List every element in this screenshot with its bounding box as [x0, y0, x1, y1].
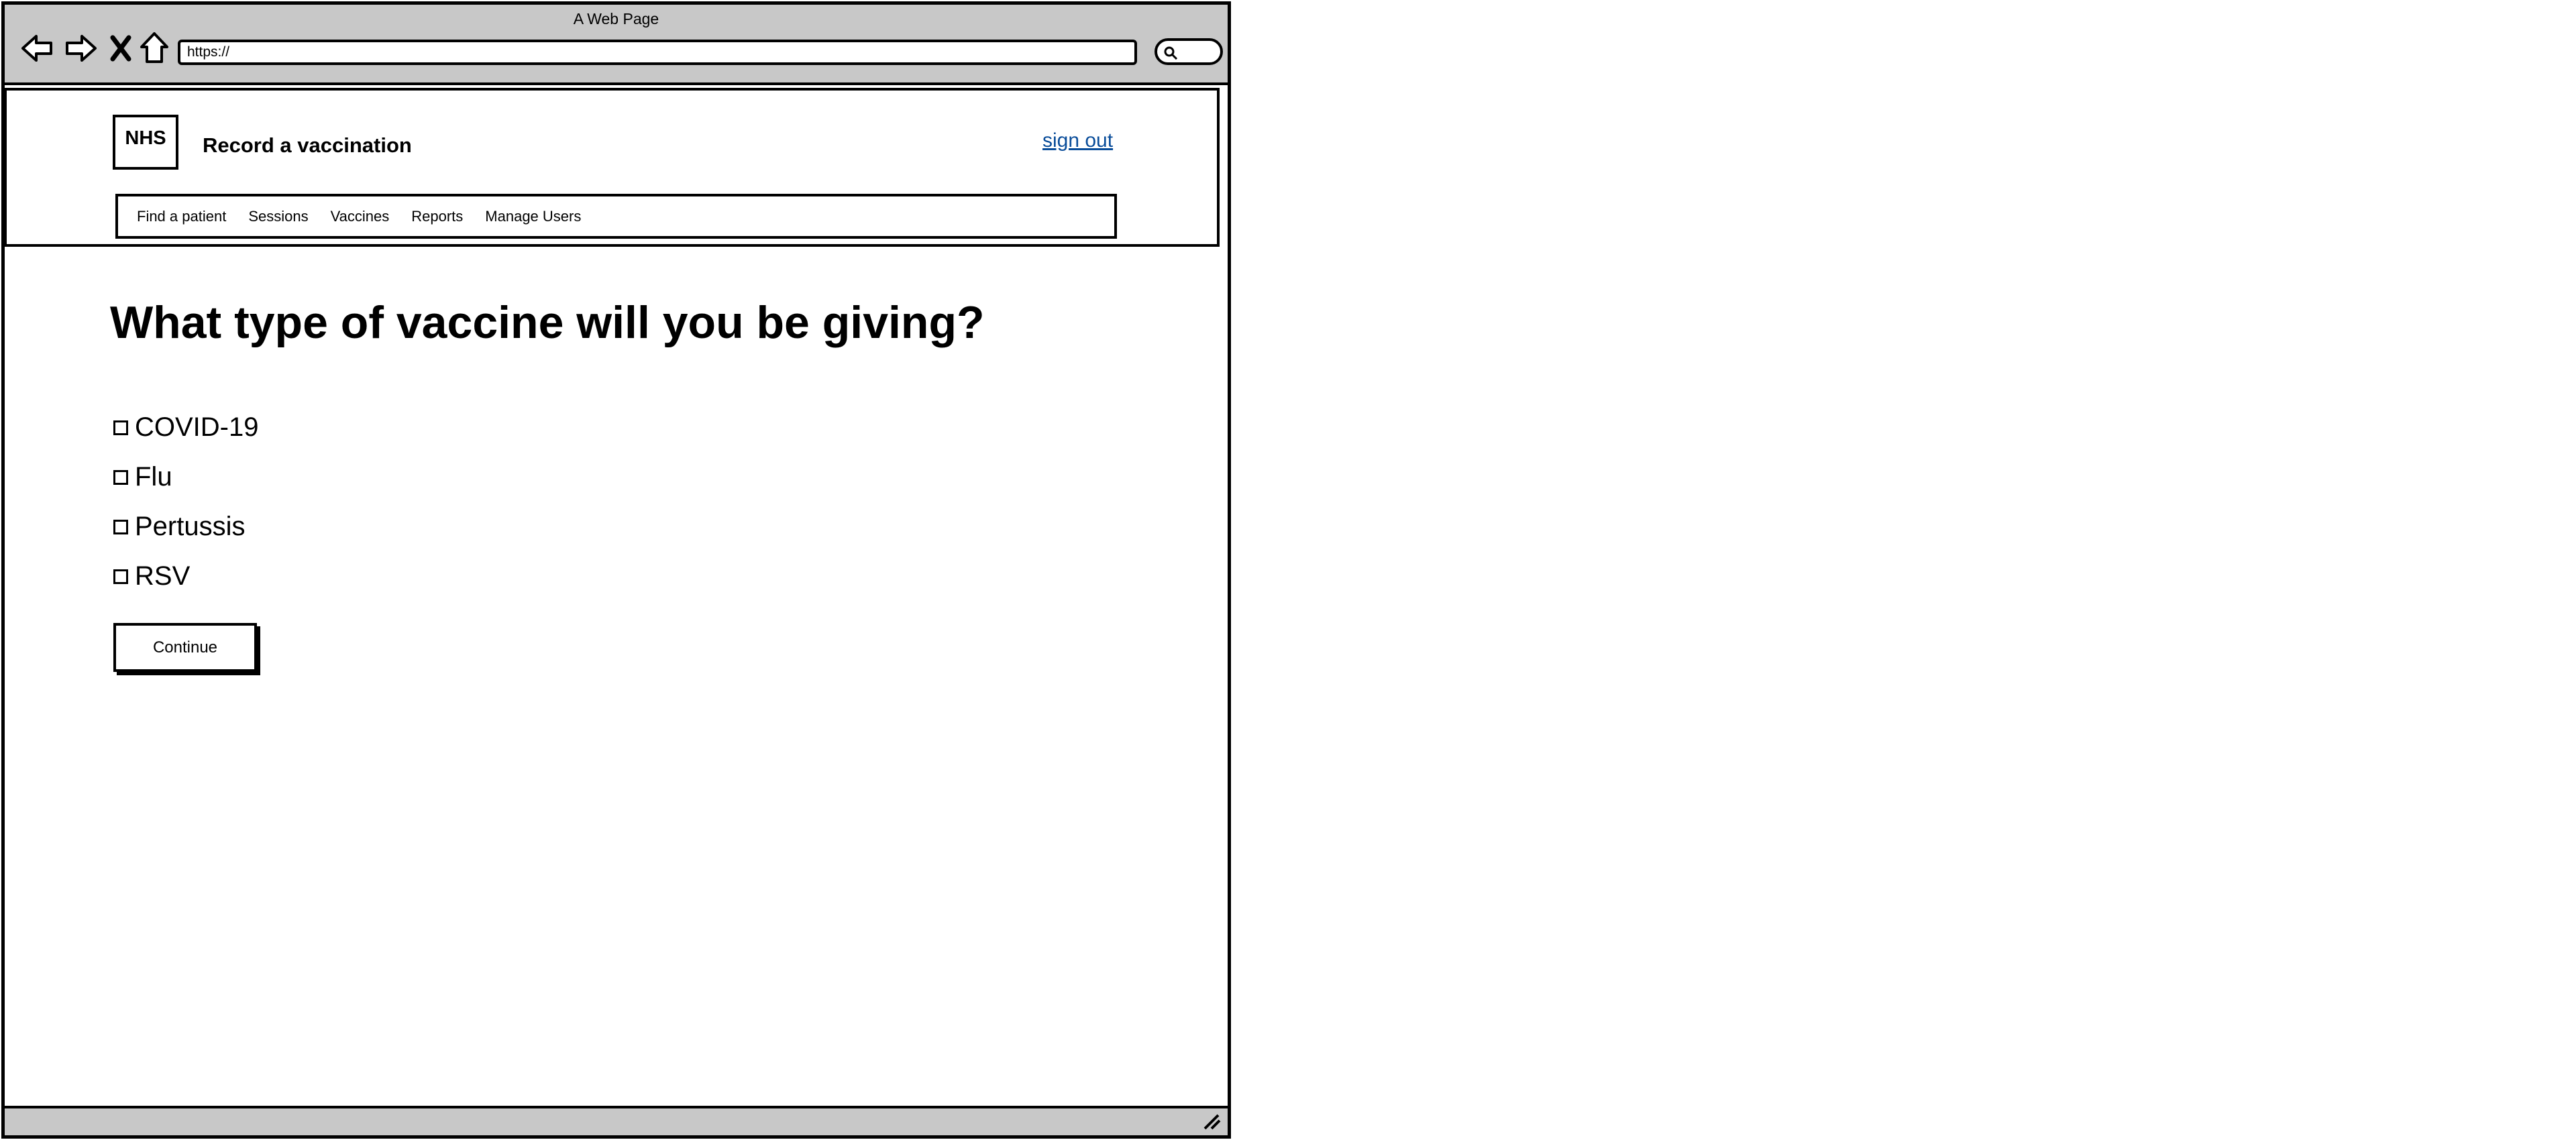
back-arrow-icon[interactable] [18, 29, 57, 68]
nav-item-manage-users[interactable]: Manage Users [485, 208, 581, 225]
address-bar[interactable]: https:// [178, 40, 1137, 65]
nav-item-vaccines[interactable]: Vaccines [331, 208, 390, 225]
page-title: What type of vaccine will you be giving? [110, 297, 985, 348]
forward-arrow-icon[interactable] [61, 29, 100, 68]
browser-toolbar: A Web Page https:// [5, 5, 1228, 85]
window-title: A Web Page [573, 10, 659, 27]
option-label: Flu [135, 462, 172, 492]
checkbox[interactable] [113, 519, 128, 534]
checkbox[interactable] [113, 569, 128, 584]
nav-item-reports[interactable]: Reports [411, 208, 463, 225]
option-label: RSV [135, 561, 191, 591]
service-name[interactable]: Record a vaccination [203, 133, 412, 158]
home-icon[interactable] [135, 29, 174, 68]
browser-search-button[interactable] [1155, 38, 1223, 65]
checkbox[interactable] [113, 469, 128, 485]
nhs-logo[interactable]: NHS [113, 115, 178, 170]
option-flu[interactable]: Flu [113, 462, 172, 492]
option-label: Pertussis [135, 512, 246, 541]
option-rsv[interactable]: RSV [113, 561, 190, 591]
continue-button[interactable]: Continue [113, 623, 257, 672]
status-bar [5, 1106, 1228, 1135]
option-covid-19[interactable]: COVID-19 [113, 412, 259, 443]
primary-navigation: Find a patient Sessions Vaccines Reports… [115, 194, 1117, 239]
checkbox[interactable] [113, 420, 128, 435]
resize-grip-icon[interactable] [1202, 1112, 1222, 1131]
sign-out-link[interactable]: sign out [1042, 129, 1113, 152]
option-pertussis[interactable]: Pertussis [113, 512, 246, 542]
search-icon [1164, 46, 1178, 60]
nav-item-sessions[interactable]: Sessions [248, 208, 308, 225]
option-label: COVID-19 [135, 412, 259, 442]
nav-item-find-a-patient[interactable]: Find a patient [137, 208, 226, 225]
